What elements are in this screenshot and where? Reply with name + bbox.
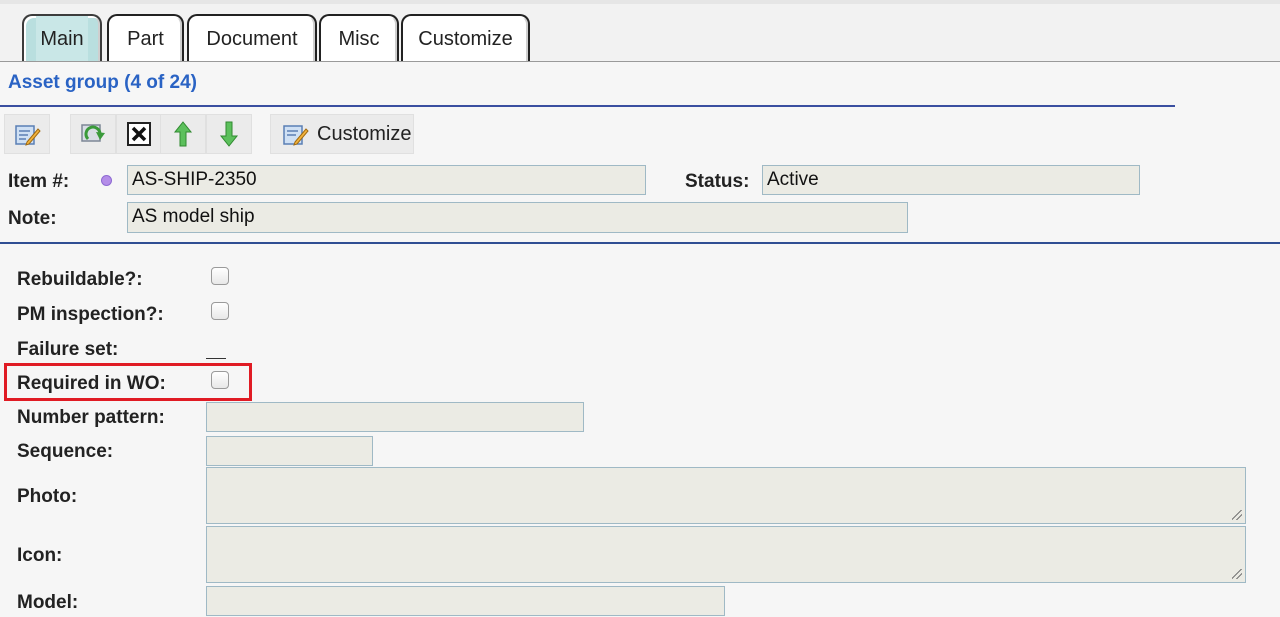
failure-set-link[interactable]	[206, 358, 226, 359]
note-label: Note:	[8, 208, 57, 229]
move-down-icon	[219, 121, 239, 147]
tab-main[interactable]: Main	[22, 14, 102, 62]
item-number-label: Item #:	[8, 171, 70, 192]
resize-handle-icon[interactable]	[1232, 510, 1242, 520]
tab-part-label: Part	[127, 28, 164, 50]
number-pattern-label: Number pattern:	[17, 407, 165, 428]
main-panel: Asset group (4 of 24) Customize Item #: …	[0, 62, 1280, 617]
edit-icon	[15, 125, 41, 146]
icon-label: Icon:	[17, 545, 63, 566]
rebuildable-checkbox[interactable]	[211, 267, 229, 285]
required-dot-icon	[101, 175, 112, 186]
pm-inspection-checkbox[interactable]	[211, 302, 229, 320]
delete-icon	[127, 122, 151, 146]
customize-button-label: Customize	[317, 122, 412, 145]
pm-inspection-label: PM inspection?:	[17, 304, 164, 325]
customize-icon	[283, 125, 309, 146]
tab-customize-label: Customize	[418, 28, 513, 50]
tab-customize[interactable]: Customize	[401, 14, 530, 62]
tab-misc-label: Misc	[338, 28, 380, 50]
delete-button[interactable]	[116, 114, 162, 154]
tab-part[interactable]: Part	[107, 14, 184, 62]
note-field[interactable]: AS model ship	[127, 202, 908, 233]
refresh-icon	[81, 124, 105, 142]
sequence-label: Sequence:	[17, 441, 114, 462]
model-label: Model:	[17, 592, 79, 613]
highlight-box	[4, 363, 252, 401]
failure-set-label: Failure set:	[17, 339, 119, 360]
tab-document-label: Document	[206, 28, 298, 50]
model-field[interactable]	[206, 586, 725, 616]
edit-button[interactable]	[4, 114, 50, 154]
photo-textarea[interactable]	[206, 467, 1246, 524]
resize-handle-icon[interactable]	[1232, 569, 1242, 579]
item-number-field[interactable]: AS-SHIP-2350	[127, 165, 646, 195]
sequence-field[interactable]	[206, 436, 373, 466]
tab-document[interactable]: Document	[187, 14, 317, 62]
customize-button[interactable]: Customize	[270, 114, 414, 154]
refresh-button[interactable]	[70, 114, 116, 154]
icon-textarea[interactable]	[206, 526, 1246, 583]
photo-label: Photo:	[17, 486, 78, 507]
page-title: Asset group (4 of 24)	[8, 72, 197, 93]
number-pattern-field[interactable]	[206, 402, 584, 432]
title-divider	[0, 105, 1175, 107]
tab-bar: Main Part Document Misc Customize	[0, 0, 1280, 62]
move-down-button[interactable]	[206, 114, 252, 154]
move-up-button[interactable]	[160, 114, 206, 154]
section-divider	[0, 242, 1280, 244]
move-up-icon	[173, 121, 193, 147]
rebuildable-label: Rebuildable?:	[17, 269, 143, 290]
tab-main-label: Main	[36, 16, 88, 62]
status-label: Status:	[685, 171, 750, 192]
status-field[interactable]: Active	[762, 165, 1140, 195]
tab-misc[interactable]: Misc	[319, 14, 399, 62]
